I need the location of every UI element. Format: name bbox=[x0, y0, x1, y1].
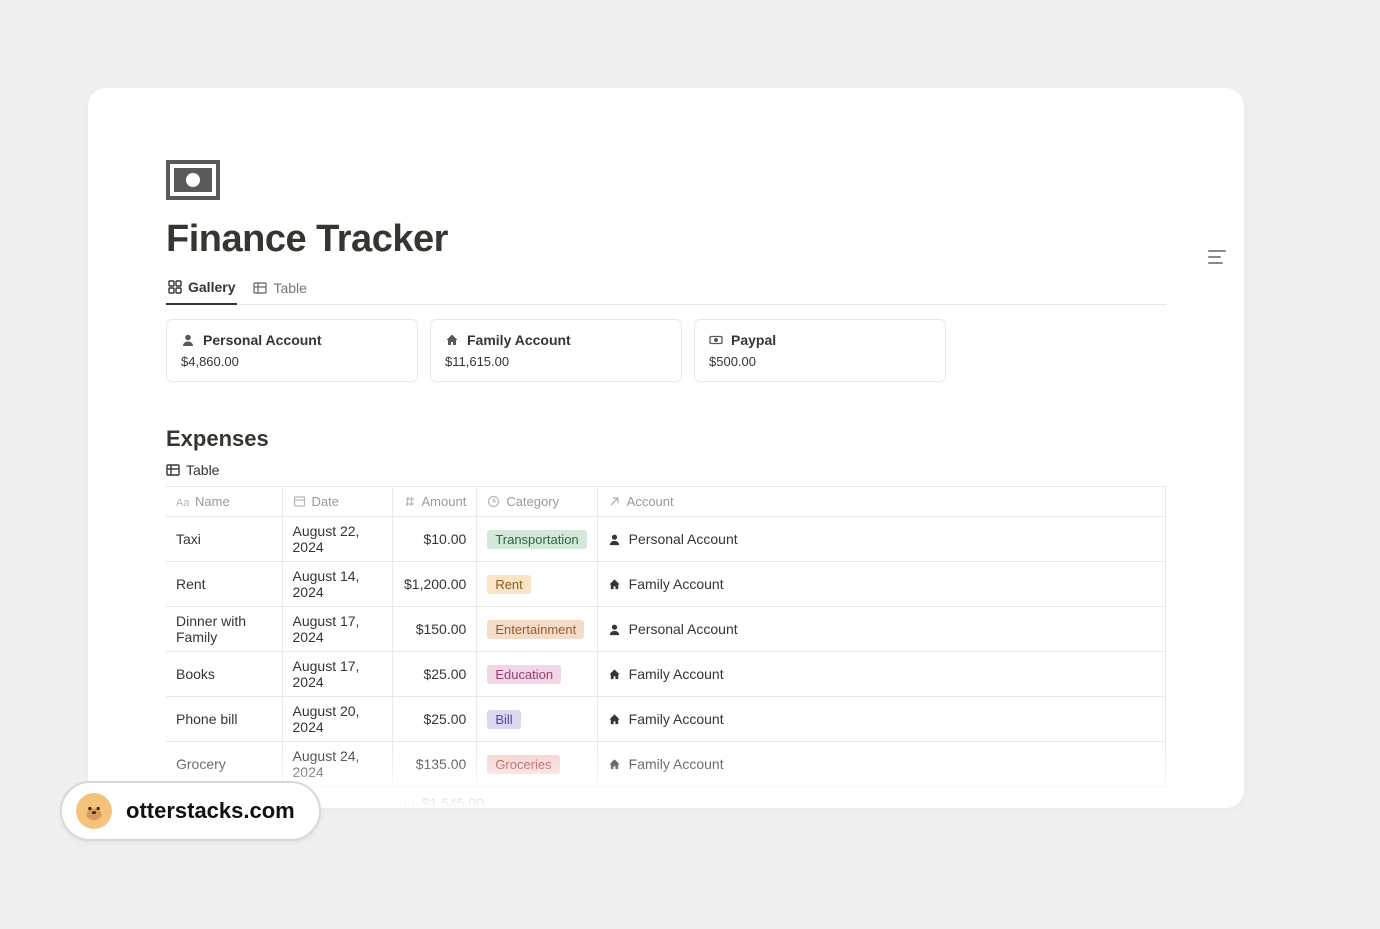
category-tag: Bill bbox=[487, 710, 520, 729]
expenses-table-tab[interactable]: Table bbox=[166, 462, 219, 486]
number-icon bbox=[403, 495, 416, 508]
col-date-label[interactable]: Date bbox=[312, 494, 339, 509]
watermark[interactable]: otterstacks.com bbox=[60, 781, 321, 841]
cell-name[interactable]: Taxi bbox=[166, 517, 282, 562]
cell-date[interactable]: August 22, 2024 bbox=[282, 517, 392, 562]
select-icon bbox=[487, 495, 500, 508]
cell-amount[interactable]: $10.00 bbox=[392, 517, 477, 562]
category-tag: Transportation bbox=[487, 530, 586, 549]
account-name: Personal Account bbox=[629, 531, 738, 547]
home-icon bbox=[608, 758, 621, 771]
cell-account[interactable]: Personal Account bbox=[597, 517, 1165, 562]
view-tabs: Gallery Table bbox=[166, 273, 1166, 305]
account-balance: $500.00 bbox=[709, 354, 931, 369]
cell-amount[interactable]: $1,200.00 bbox=[392, 562, 477, 607]
money-icon bbox=[166, 160, 220, 200]
category-tag: Entertainment bbox=[487, 620, 584, 639]
account-card[interactable]: Personal Account $4,860.00 bbox=[166, 319, 418, 382]
cell-category[interactable]: Transportation bbox=[477, 517, 597, 562]
tab-label: Table bbox=[273, 280, 306, 296]
account-balance: $4,860.00 bbox=[181, 354, 403, 369]
category-tag: Groceries bbox=[487, 755, 559, 774]
home-icon bbox=[608, 578, 621, 591]
cell-date[interactable]: August 20, 2024 bbox=[282, 697, 392, 742]
table-row[interactable]: Phone billAugust 20, 2024$25.00 Bill Famil… bbox=[166, 697, 1166, 742]
cell-amount[interactable]: $135.00 bbox=[392, 742, 477, 787]
account-name: Family Account bbox=[467, 332, 571, 348]
cell-amount[interactable]: $25.00 bbox=[392, 652, 477, 697]
cell-account[interactable]: Family Account bbox=[597, 562, 1165, 607]
text-icon: Aa bbox=[176, 495, 189, 508]
account-name: Family Account bbox=[629, 711, 724, 727]
table-row[interactable]: BooksAugust 17, 2024$25.00 Education Famil… bbox=[166, 652, 1166, 697]
home-icon bbox=[608, 668, 621, 681]
table-row[interactable]: TaxiAugust 22, 2024$10.00 Transportation P… bbox=[166, 517, 1166, 562]
table-row[interactable]: RentAugust 14, 2024$1,200.00RentFamily A… bbox=[166, 562, 1166, 607]
cell-account[interactable]: Family Account bbox=[597, 697, 1165, 742]
category-tag: Rent bbox=[487, 575, 530, 594]
cell-name[interactable]: Books bbox=[166, 652, 282, 697]
card-icon bbox=[709, 333, 723, 347]
app-window: Finance Tracker Gallery Table Personal A… bbox=[88, 88, 1244, 808]
otter-icon bbox=[76, 793, 112, 829]
col-amount-label[interactable]: Amount bbox=[422, 494, 467, 509]
col-name-label[interactable]: Name bbox=[195, 494, 230, 509]
expenses-sum-value: $1,545.00 bbox=[422, 795, 484, 808]
cell-account[interactable]: Family Account bbox=[597, 652, 1165, 697]
page-title: Finance Tracker bbox=[166, 218, 1166, 261]
cell-account[interactable]: Personal Account bbox=[597, 607, 1165, 652]
account-name: Paypal bbox=[731, 332, 776, 348]
category-tag: Education bbox=[487, 665, 561, 684]
account-name: Family Account bbox=[629, 756, 724, 772]
expenses-table: Aa Name Date Amount Category Account Taxi… bbox=[166, 486, 1166, 787]
relation-icon bbox=[608, 495, 621, 508]
home-icon bbox=[445, 333, 459, 347]
cell-name[interactable]: Phone bill bbox=[166, 697, 282, 742]
tab-label: Gallery bbox=[188, 279, 235, 295]
calendar-icon bbox=[293, 495, 306, 508]
account-card[interactable]: Paypal $500.00 bbox=[694, 319, 946, 382]
cell-account[interactable]: Family Account bbox=[597, 742, 1165, 787]
cell-name[interactable]: Rent bbox=[166, 562, 282, 607]
cell-amount[interactable]: $150.00 bbox=[392, 607, 477, 652]
person-icon bbox=[608, 533, 621, 546]
expenses-view-label: Table bbox=[186, 462, 219, 478]
sum-label: SUM bbox=[392, 800, 416, 808]
cell-amount[interactable]: $25.00 bbox=[392, 697, 477, 742]
cell-date[interactable]: August 14, 2024 bbox=[282, 562, 392, 607]
account-cards-row: Personal Account $4,860.00 Family Account $… bbox=[166, 319, 1166, 382]
account-name: Family Account bbox=[629, 666, 724, 682]
account-name: Personal Account bbox=[629, 621, 738, 637]
cell-category[interactable]: Bill bbox=[477, 697, 597, 742]
account-card[interactable]: Family Account $11,615.00 bbox=[430, 319, 682, 382]
cell-category[interactable]: Education bbox=[477, 652, 597, 697]
table-icon bbox=[166, 463, 180, 477]
menu-toggle-icon[interactable] bbox=[1208, 250, 1226, 264]
cell-date[interactable]: August 24, 2024 bbox=[282, 742, 392, 787]
cell-category[interactable]: Rent bbox=[477, 562, 597, 607]
cell-date[interactable]: August 17, 2024 bbox=[282, 607, 392, 652]
watermark-text: otterstacks.com bbox=[126, 798, 295, 824]
cell-name[interactable]: Dinner with Family bbox=[166, 607, 282, 652]
tab-table[interactable]: Table bbox=[251, 273, 308, 304]
cell-date[interactable]: August 17, 2024 bbox=[282, 652, 392, 697]
cell-category[interactable]: Groceries bbox=[477, 742, 597, 787]
cell-name[interactable]: Grocery bbox=[166, 742, 282, 787]
table-icon bbox=[253, 281, 267, 295]
svg-text:Aa: Aa bbox=[176, 497, 189, 508]
table-row[interactable]: Dinner with FamilyAugust 17, 2024$150.00… bbox=[166, 607, 1166, 652]
col-category-label[interactable]: Category bbox=[506, 494, 559, 509]
person-icon bbox=[181, 333, 195, 347]
cell-category[interactable]: Entertainment bbox=[477, 607, 597, 652]
tab-gallery[interactable]: Gallery bbox=[166, 273, 237, 305]
gallery-icon bbox=[168, 280, 182, 294]
account-name: Personal Account bbox=[203, 332, 322, 348]
home-icon bbox=[608, 713, 621, 726]
table-row[interactable]: GroceryAugust 24, 2024$135.00 Groceries Fa… bbox=[166, 742, 1166, 787]
col-account-label[interactable]: Account bbox=[627, 494, 674, 509]
account-balance: $11,615.00 bbox=[445, 354, 667, 369]
person-icon bbox=[608, 623, 621, 636]
expenses-heading: Expenses bbox=[166, 426, 1166, 452]
account-name: Family Account bbox=[629, 576, 724, 592]
